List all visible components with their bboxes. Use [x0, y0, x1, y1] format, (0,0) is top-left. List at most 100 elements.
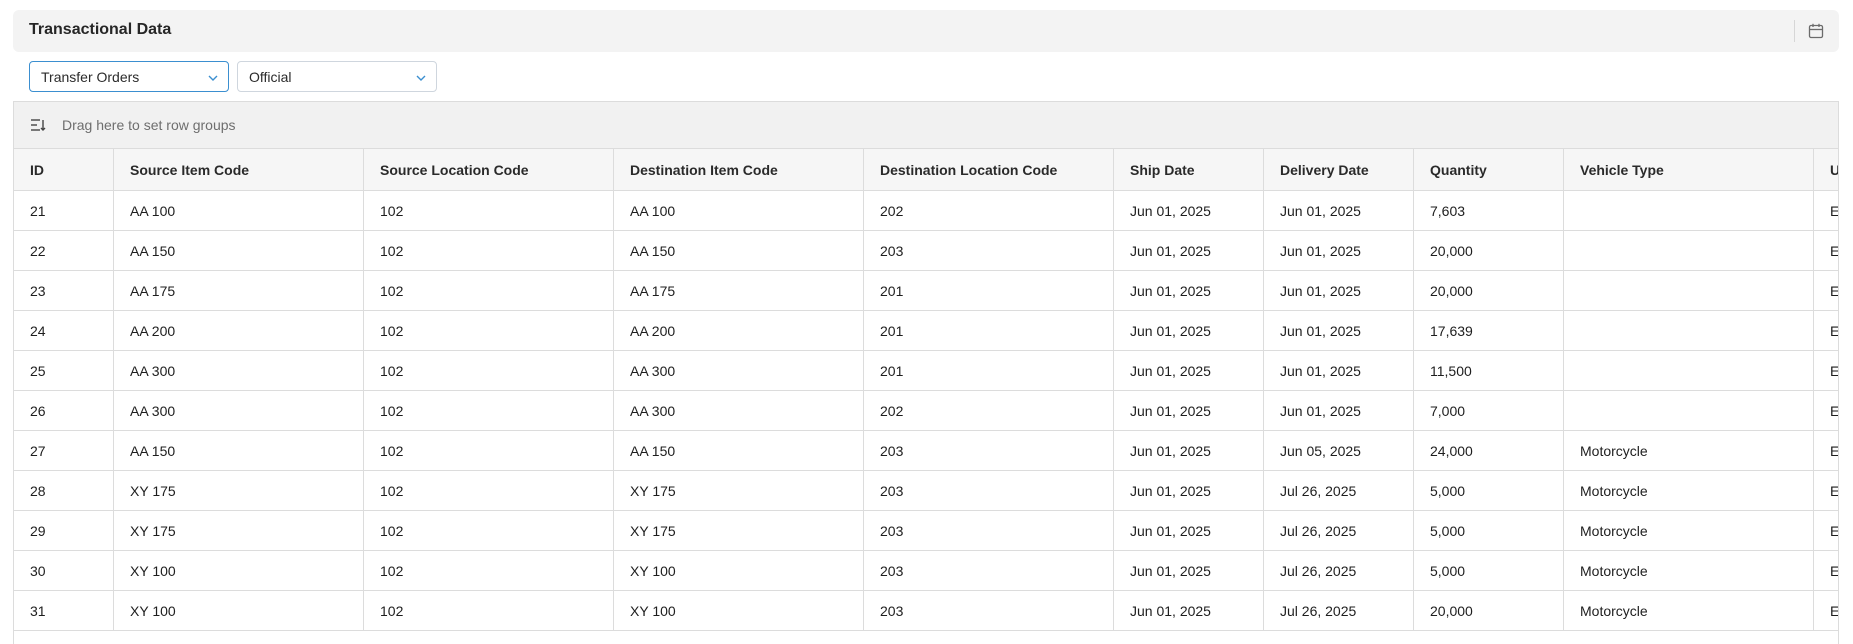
table-row[interactable]: 22 AA 150 102 AA 150 203 Jun 01, 2025 Jun 01, …: [14, 231, 1838, 271]
cell-destination-item-code[interactable]: AA 300: [614, 351, 864, 390]
cell-ship-date[interactable]: Jun 01, 2025: [1114, 311, 1264, 350]
cell-source-location-code[interactable]: 102: [364, 191, 614, 230]
cell-id[interactable]: 31: [14, 591, 114, 630]
cell-id[interactable]: 26: [14, 391, 114, 430]
cell-source-item-code[interactable]: XY 100: [114, 591, 364, 630]
cell-source-item-code[interactable]: AA 300: [114, 351, 364, 390]
cell-id[interactable]: 30: [14, 551, 114, 590]
cell-source-location-code[interactable]: 102: [364, 391, 614, 430]
cell-destination-location-code[interactable]: 201: [864, 311, 1114, 350]
calendar-icon[interactable]: [1807, 22, 1825, 40]
cell-ship-date[interactable]: Jun 01, 2025: [1114, 351, 1264, 390]
cell-quantity[interactable]: 17,639: [1414, 311, 1564, 350]
cell-destination-item-code[interactable]: AA 150: [614, 231, 864, 270]
table-row[interactable]: 29 XY 175 102 XY 175 203 Jun 01, 2025 Jul 26, …: [14, 511, 1838, 551]
version-select[interactable]: Official: [237, 61, 437, 92]
header-col-source-location-code[interactable]: Source Location Code: [364, 149, 614, 190]
cell-destination-location-code[interactable]: 203: [864, 231, 1114, 270]
cell-u[interactable]: E: [1814, 551, 1838, 590]
cell-id[interactable]: 29: [14, 511, 114, 550]
cell-u[interactable]: E: [1814, 311, 1838, 350]
cell-destination-item-code[interactable]: XY 175: [614, 511, 864, 550]
table-row[interactable]: 31 XY 100 102 XY 100 203 Jun 01, 2025 Jul 26, …: [14, 591, 1838, 631]
cell-ship-date[interactable]: Jun 01, 2025: [1114, 551, 1264, 590]
cell-u[interactable]: E: [1814, 391, 1838, 430]
cell-source-location-code[interactable]: 102: [364, 351, 614, 390]
cell-quantity[interactable]: 24,000: [1414, 431, 1564, 470]
cell-ship-date[interactable]: Jun 01, 2025: [1114, 591, 1264, 630]
cell-u[interactable]: E: [1814, 431, 1838, 470]
cell-destination-location-code[interactable]: 203: [864, 511, 1114, 550]
cell-u[interactable]: E: [1814, 511, 1838, 550]
cell-destination-item-code[interactable]: AA 100: [614, 191, 864, 230]
cell-ship-date[interactable]: Jun 01, 2025: [1114, 271, 1264, 310]
header-col-destination-location-code[interactable]: Destination Location Code: [864, 149, 1114, 190]
table-row[interactable]: 26 AA 300 102 AA 300 202 Jun 01, 2025 Jun 01, …: [14, 391, 1838, 431]
row-group-panel[interactable]: Drag here to set row groups: [14, 102, 1838, 149]
cell-quantity[interactable]: 20,000: [1414, 271, 1564, 310]
table-row[interactable]: 25 AA 300 102 AA 300 201 Jun 01, 2025 Jun 01, …: [14, 351, 1838, 391]
header-col-vehicle-type[interactable]: Vehicle Type: [1564, 149, 1814, 190]
cell-ship-date[interactable]: Jun 01, 2025: [1114, 231, 1264, 270]
table-row[interactable]: 23 AA 175 102 AA 175 201 Jun 01, 2025 Jun 01, …: [14, 271, 1838, 311]
cell-vehicle-type[interactable]: [1564, 231, 1814, 270]
cell-source-location-code[interactable]: 102: [364, 591, 614, 630]
header-col-id[interactable]: ID: [14, 149, 114, 190]
cell-source-item-code[interactable]: AA 200: [114, 311, 364, 350]
cell-u[interactable]: E: [1814, 591, 1838, 630]
cell-u[interactable]: E: [1814, 271, 1838, 310]
cell-u[interactable]: E: [1814, 191, 1838, 230]
cell-ship-date[interactable]: Jun 01, 2025: [1114, 391, 1264, 430]
cell-destination-item-code[interactable]: AA 175: [614, 271, 864, 310]
cell-quantity[interactable]: 20,000: [1414, 591, 1564, 630]
cell-destination-item-code[interactable]: XY 175: [614, 471, 864, 510]
cell-ship-date[interactable]: Jun 01, 2025: [1114, 471, 1264, 510]
cell-vehicle-type[interactable]: Motorcycle: [1564, 551, 1814, 590]
table-row[interactable]: 21 AA 100 102 AA 100 202 Jun 01, 2025 Jun 01, …: [14, 191, 1838, 231]
cell-source-item-code[interactable]: XY 175: [114, 511, 364, 550]
cell-id[interactable]: 28: [14, 471, 114, 510]
cell-destination-item-code[interactable]: XY 100: [614, 591, 864, 630]
cell-source-location-code[interactable]: 102: [364, 551, 614, 590]
cell-destination-location-code[interactable]: 202: [864, 191, 1114, 230]
cell-source-item-code[interactable]: XY 100: [114, 551, 364, 590]
cell-id[interactable]: 23: [14, 271, 114, 310]
cell-vehicle-type[interactable]: [1564, 311, 1814, 350]
cell-destination-item-code[interactable]: XY 100: [614, 551, 864, 590]
cell-quantity[interactable]: 20,000: [1414, 231, 1564, 270]
header-col-delivery-date[interactable]: Delivery Date: [1264, 149, 1414, 190]
cell-vehicle-type[interactable]: [1564, 351, 1814, 390]
cell-destination-location-code[interactable]: 203: [864, 471, 1114, 510]
cell-source-location-code[interactable]: 102: [364, 311, 614, 350]
cell-source-location-code[interactable]: 102: [364, 271, 614, 310]
cell-vehicle-type[interactable]: [1564, 391, 1814, 430]
cell-u[interactable]: E: [1814, 351, 1838, 390]
cell-destination-item-code[interactable]: AA 300: [614, 391, 864, 430]
cell-source-item-code[interactable]: AA 175: [114, 271, 364, 310]
cell-source-location-code[interactable]: 102: [364, 431, 614, 470]
table-row[interactable]: 28 XY 175 102 XY 175 203 Jun 01, 2025 Jul 26, …: [14, 471, 1838, 511]
cell-delivery-date[interactable]: Jun 01, 2025: [1264, 271, 1414, 310]
cell-delivery-date[interactable]: Jun 01, 2025: [1264, 311, 1414, 350]
cell-source-item-code[interactable]: AA 150: [114, 431, 364, 470]
cell-quantity[interactable]: 5,000: [1414, 471, 1564, 510]
cell-quantity[interactable]: 7,603: [1414, 191, 1564, 230]
cell-source-item-code[interactable]: AA 300: [114, 391, 364, 430]
cell-delivery-date[interactable]: Jul 26, 2025: [1264, 471, 1414, 510]
cell-destination-location-code[interactable]: 203: [864, 551, 1114, 590]
cell-ship-date[interactable]: Jun 01, 2025: [1114, 431, 1264, 470]
cell-delivery-date[interactable]: Jul 26, 2025: [1264, 551, 1414, 590]
cell-source-item-code[interactable]: XY 175: [114, 471, 364, 510]
table-row[interactable]: 24 AA 200 102 AA 200 201 Jun 01, 2025 Jun 01, …: [14, 311, 1838, 351]
cell-source-item-code[interactable]: AA 100: [114, 191, 364, 230]
cell-quantity[interactable]: 11,500: [1414, 351, 1564, 390]
order-type-select[interactable]: Transfer Orders: [29, 61, 229, 92]
cell-vehicle-type[interactable]: Motorcycle: [1564, 511, 1814, 550]
cell-u[interactable]: E: [1814, 471, 1838, 510]
cell-id[interactable]: 22: [14, 231, 114, 270]
header-col-quantity[interactable]: Quantity: [1414, 149, 1564, 190]
cell-vehicle-type[interactable]: Motorcycle: [1564, 431, 1814, 470]
cell-vehicle-type[interactable]: [1564, 271, 1814, 310]
table-row[interactable]: 27 AA 150 102 AA 150 203 Jun 01, 2025 Jun 05, …: [14, 431, 1838, 471]
cell-vehicle-type[interactable]: Motorcycle: [1564, 591, 1814, 630]
